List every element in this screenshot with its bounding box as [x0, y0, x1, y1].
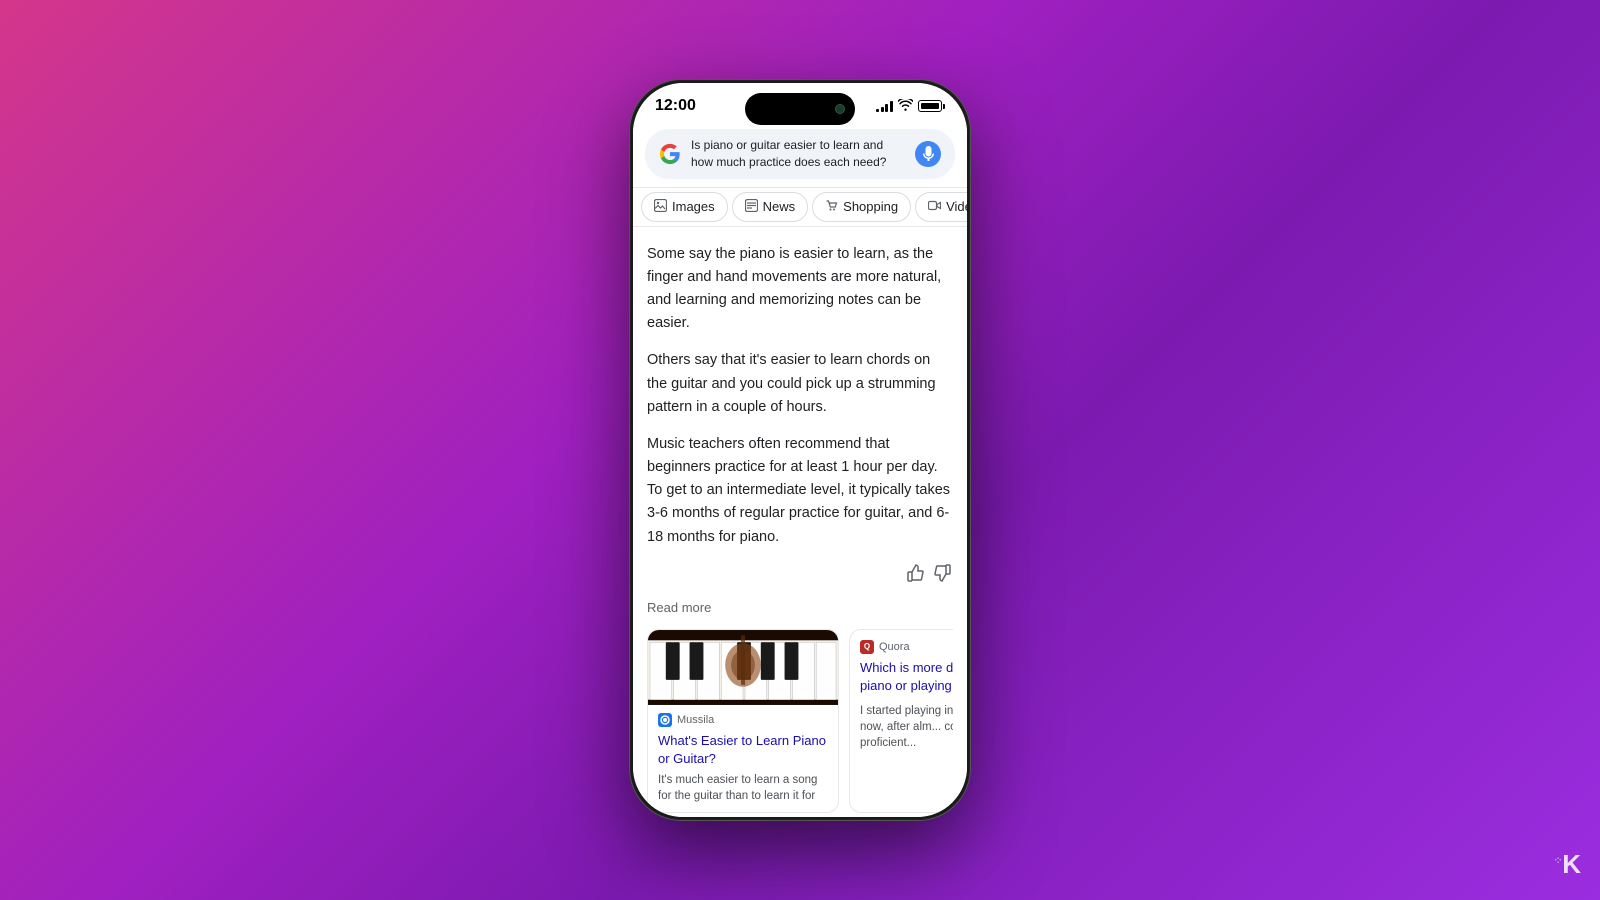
tabs-row: Images News: [633, 188, 967, 227]
main-content: Some say the piano is easier to learn, a…: [633, 227, 967, 817]
tab-news-label: News: [763, 199, 796, 214]
tab-shopping-label: Shopping: [843, 199, 898, 214]
battery-icon: [918, 100, 946, 112]
tab-videos[interactable]: Vide...: [915, 192, 967, 222]
quora-favicon: Q: [860, 640, 874, 654]
card-mussila-title: What's Easier to Learn Piano or Guitar?: [658, 732, 828, 768]
mic-button[interactable]: [915, 141, 941, 167]
card-quora-snippet: I started playing instruments th... now,…: [860, 703, 953, 751]
status-icons: [876, 99, 945, 114]
card-mussila-source: Mussila: [658, 713, 828, 727]
videos-icon: [928, 199, 941, 215]
card-quora-title: Which is more difficult, playing piano o…: [860, 659, 953, 695]
status-bar: 12:00: [633, 83, 967, 121]
dynamic-island: [745, 93, 855, 125]
card-quora-source: Q Quora: [860, 640, 953, 654]
phone-frame: 12:00: [630, 80, 970, 820]
google-logo: [659, 143, 681, 165]
answer-paragraph-2: Others say that it's easier to learn cho…: [647, 349, 953, 419]
card-mussila-snippet: It's much easier to learn a song for the…: [658, 772, 828, 804]
cards-row: Mussila What's Easier to Learn Piano or …: [647, 629, 953, 814]
shopping-icon: [825, 199, 838, 215]
search-query: Is piano or guitar easier to learn and h…: [691, 137, 905, 171]
card-mussila-image: [648, 630, 838, 705]
watermark: ·:·K: [1554, 849, 1580, 880]
news-icon: [745, 199, 758, 215]
watermark-letter: K: [1562, 849, 1580, 879]
search-bar-container: Is piano or guitar easier to learn and h…: [633, 121, 967, 188]
tab-images-label: Images: [672, 199, 715, 214]
read-more[interactable]: Read more: [647, 600, 953, 615]
camera-dot: [835, 104, 845, 114]
tab-news[interactable]: News: [732, 192, 809, 222]
card-quora[interactable]: Q Quora Which is more difficult, playing…: [849, 629, 953, 814]
tab-images[interactable]: Images: [641, 192, 728, 222]
mussila-favicon: [658, 713, 672, 727]
card-mussila[interactable]: Mussila What's Easier to Learn Piano or …: [647, 629, 839, 814]
tab-shopping[interactable]: Shopping: [812, 192, 911, 222]
card-mussila-body: Mussila What's Easier to Learn Piano or …: [648, 705, 838, 813]
watermark-dots: ·:·: [1554, 855, 1561, 866]
answer-paragraph-1: Some say the piano is easier to learn, a…: [647, 243, 953, 336]
phone-screen: 12:00: [633, 83, 967, 817]
thumbs-up-button[interactable]: [905, 563, 925, 588]
tab-videos-label: Vide...: [946, 199, 967, 214]
quora-source-name: Quora: [879, 641, 910, 653]
search-bar[interactable]: Is piano or guitar easier to learn and h…: [645, 129, 955, 179]
mussila-source-name: Mussila: [677, 714, 714, 726]
thumbs-down-button[interactable]: [933, 563, 953, 588]
wifi-icon: [898, 99, 913, 114]
answer-paragraph-3: Music teachers often recommend that begi…: [647, 433, 953, 549]
answer-actions: [647, 563, 953, 600]
status-time: 12:00: [655, 97, 696, 115]
images-icon: [654, 199, 667, 215]
card-quora-body: Q Quora Which is more difficult, playing…: [850, 630, 953, 762]
signal-icon: [876, 100, 893, 112]
